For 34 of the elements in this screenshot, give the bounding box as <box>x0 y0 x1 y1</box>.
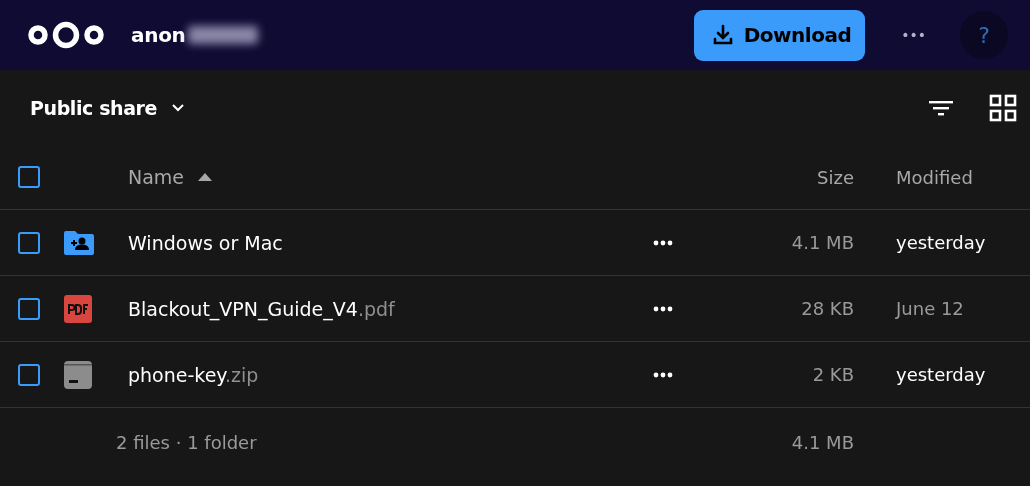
more-dots-icon <box>653 371 673 378</box>
file-size: 28 KB <box>801 298 854 319</box>
help-button[interactable]: ? <box>960 11 1008 59</box>
grid-view-icon[interactable] <box>989 93 1017 122</box>
file-size: 4.1 MB <box>791 232 854 253</box>
name-column-header[interactable]: Name <box>128 166 649 188</box>
file-name[interactable]: Blackout_VPN_Guide_V4.pdf <box>128 297 649 320</box>
row-checkbox[interactable] <box>18 363 40 386</box>
modified-date: yesterday <box>896 364 987 385</box>
modified-date: June 12 <box>896 298 965 319</box>
row-checkbox[interactable] <box>18 231 40 254</box>
modified-column-header[interactable]: Modified <box>896 166 1030 188</box>
modified-date: yesterday <box>896 232 987 253</box>
more-dots-icon <box>653 305 673 312</box>
download-icon <box>711 24 734 46</box>
shared-folder-icon <box>64 230 94 255</box>
download-button[interactable]: Download <box>693 9 866 61</box>
archive-file-icon <box>64 360 92 389</box>
select-all-checkbox[interactable] <box>18 166 40 188</box>
redaction-blur <box>187 26 258 44</box>
file-name[interactable]: phone-key.zip <box>128 363 649 386</box>
user-name: anon <box>131 23 186 47</box>
file-size: 2 KB <box>812 364 854 385</box>
file-name[interactable]: Windows or Mac <box>128 231 649 254</box>
more-dots-icon <box>653 239 673 246</box>
row-checkbox[interactable] <box>18 297 40 320</box>
total-size: 4.1 MB <box>791 431 854 453</box>
share-menu-button[interactable]: Public share <box>18 90 198 125</box>
summary-text: 2 files · 1 folder <box>116 431 258 453</box>
more-button[interactable]: ••• <box>897 23 930 47</box>
filter-icon[interactable] <box>929 98 953 117</box>
size-column-header[interactable]: Size <box>817 166 854 188</box>
pdf-file-icon <box>64 294 92 323</box>
chevron-down-icon <box>171 102 186 113</box>
